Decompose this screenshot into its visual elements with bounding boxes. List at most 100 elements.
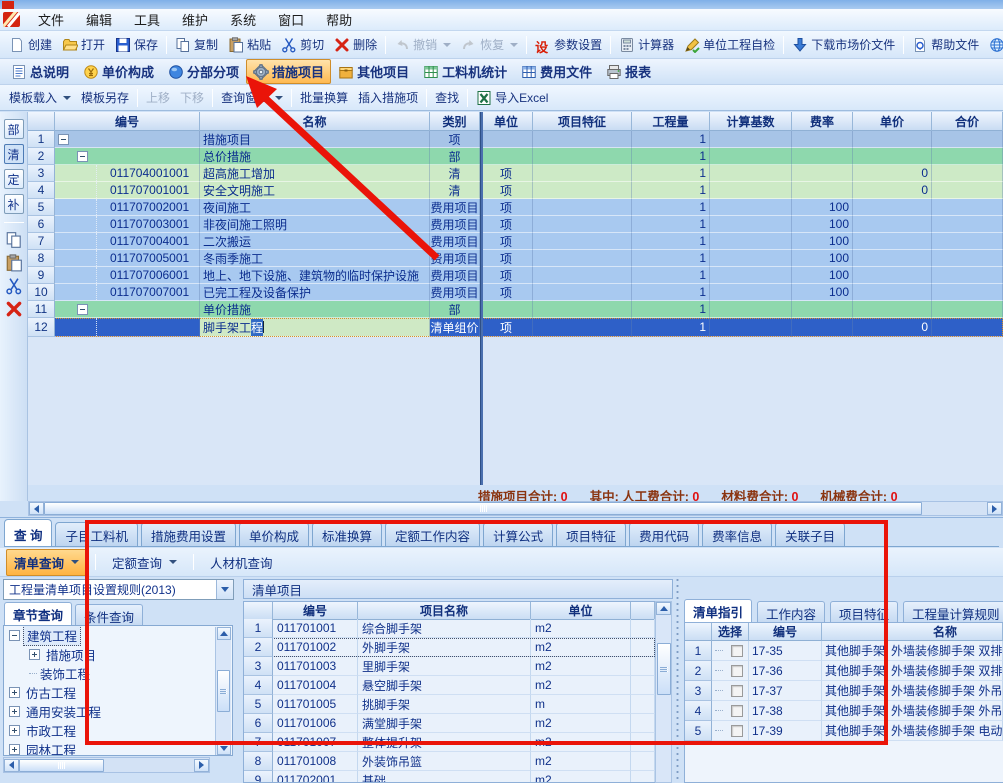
toolbar-button-费用文件[interactable]: 费用文件 (514, 59, 599, 84)
toolbar-button-在[interactable]: 在 (984, 33, 1003, 56)
strip-button-清[interactable]: 清 (4, 144, 24, 164)
query-button-清单查询[interactable]: 清单查询 (6, 549, 87, 576)
chevron-down-icon[interactable] (275, 96, 283, 100)
toolbar-button-打开[interactable]: 打开 (57, 33, 110, 56)
toolbar-button-创建[interactable]: 创建 (4, 33, 57, 56)
cell-category[interactable]: 其他脚手架 (822, 701, 888, 721)
cell-quantity[interactable]: 1 (632, 199, 710, 216)
cell-rate[interactable] (792, 301, 853, 318)
cell-total[interactable] (932, 318, 1003, 337)
rules-dropdown[interactable]: 工程量清单项目设置规则(2013) (3, 579, 234, 600)
checkbox[interactable] (731, 685, 743, 697)
list-row[interactable]: 2011701002外脚手架m2 (244, 638, 655, 657)
cell-code[interactable]: 17-36 (749, 661, 822, 681)
cell-code[interactable]: 011707002001 (55, 199, 200, 216)
scroll-left-icon[interactable] (29, 502, 44, 515)
cell-code[interactable] (55, 148, 200, 165)
cell-code[interactable]: 011701005 (273, 695, 358, 714)
cell-name[interactable]: 夜间施工 (200, 199, 430, 216)
cell-rate[interactable]: 100 (792, 216, 853, 233)
cell-name[interactable]: 外墙装修脚手架 电动 (888, 721, 1003, 741)
cell-price[interactable] (853, 284, 932, 301)
grid-row[interactable]: 6011707003001非夜间施工照明费用项目项1100 (28, 216, 1003, 233)
row-number[interactable]: 8 (244, 752, 273, 771)
cell-code[interactable]: 011701001 (273, 619, 358, 638)
tab-工作内容[interactable]: 工作内容 (757, 601, 825, 622)
cell-quantity[interactable]: 1 (632, 267, 710, 284)
cell-rate[interactable]: 100 (792, 250, 853, 267)
guide-row[interactable]: 317-37其他脚手架外墙装修脚手架 外吊 (685, 681, 1003, 701)
toolbar-button-保存[interactable]: 保存 (110, 33, 163, 56)
column-header-名称[interactable]: 名称 (200, 112, 430, 131)
grid-row[interactable]: 12脚手架工程清单组价项10 (28, 318, 1003, 337)
cell-base[interactable] (710, 165, 792, 182)
cell-category[interactable]: 其他脚手架 (822, 681, 888, 701)
grid-row[interactable]: 5011707002001夜间施工费用项目项1100 (28, 199, 1003, 216)
row-number[interactable]: 3 (28, 165, 55, 182)
cell-quantity[interactable]: 1 (632, 284, 710, 301)
list-row[interactable]: 4011701004悬空脚手架m2 (244, 676, 655, 695)
column-header-编号[interactable]: 编号 (749, 623, 822, 641)
tab-项目特征[interactable]: 项目特征 (830, 601, 898, 622)
cell-name[interactable]: 总价措施 (200, 148, 430, 165)
cell-base[interactable] (710, 301, 792, 318)
cell-total[interactable] (932, 182, 1003, 199)
row-number[interactable]: 4 (244, 676, 273, 695)
cell-total[interactable] (932, 250, 1003, 267)
cell-category[interactable]: 清 (430, 182, 480, 199)
cell-unit[interactable]: 项 (480, 199, 533, 216)
tab-工程量计算规则[interactable]: 工程量计算规则 (903, 601, 1003, 622)
toolbar-button-模板另存[interactable]: 模板另存 (76, 86, 134, 109)
cell-total[interactable] (932, 233, 1003, 250)
row-number[interactable]: 9 (28, 267, 55, 284)
cell-unit[interactable] (480, 131, 533, 148)
column-header-单位[interactable]: 单位 (531, 602, 631, 620)
panel-splitter[interactable] (674, 579, 681, 783)
list-row[interactable]: 7011701007整体提升架m2 (244, 733, 655, 752)
strip-cut-icon[interactable] (5, 277, 23, 295)
cell-select[interactable] (712, 681, 749, 701)
cell-code[interactable]: 011707007001 (55, 284, 200, 301)
cell-unit[interactable]: 项 (480, 233, 533, 250)
cell-base[interactable] (710, 182, 792, 199)
cell-name[interactable]: 外脚手架 (358, 638, 531, 657)
checkbox[interactable] (731, 645, 743, 657)
cell-price[interactable]: 0 (853, 182, 932, 199)
tab-条件查询[interactable]: 条件查询 (75, 604, 143, 625)
tree-node-市政工程[interactable]: 市政工程 (4, 721, 232, 740)
row-number[interactable]: 9 (244, 771, 273, 783)
menu-文件[interactable]: 文件 (28, 8, 74, 31)
cell-quantity[interactable]: 1 (632, 250, 710, 267)
cell-unit[interactable]: m2 (531, 619, 631, 638)
cell-select[interactable] (712, 641, 749, 661)
toolbar-button-措施项目[interactable]: 措施项目 (246, 59, 331, 84)
collapse-icon[interactable] (9, 630, 20, 641)
menu-维护[interactable]: 维护 (172, 8, 218, 31)
cell-category[interactable]: 费用项目 (430, 284, 480, 301)
cell-quantity[interactable]: 1 (632, 165, 710, 182)
cell-quantity[interactable]: 1 (632, 148, 710, 165)
row-number[interactable]: 3 (244, 657, 273, 676)
cell-name[interactable]: 整体提升架 (358, 733, 531, 752)
cell-rate[interactable] (792, 148, 853, 165)
chevron-down-icon[interactable] (510, 43, 518, 47)
row-number[interactable]: 2 (244, 638, 273, 657)
row-number[interactable]: 5 (244, 695, 273, 714)
cell-quantity[interactable]: 1 (632, 182, 710, 199)
expand-icon[interactable] (29, 649, 40, 660)
toolbar-button-删除[interactable]: 删除 (329, 33, 382, 56)
strip-paste-icon[interactable] (5, 254, 23, 272)
chevron-down-icon[interactable] (443, 43, 451, 47)
cell-category[interactable]: 费用项目 (430, 250, 480, 267)
strip-copy-icon[interactable] (5, 231, 23, 249)
scrollbar-thumb[interactable] (217, 670, 230, 712)
cell-name[interactable]: 外墙装修脚手架 双排 (888, 661, 1003, 681)
tab-子目工料机[interactable]: 子目工料机 (55, 522, 138, 546)
menu-工具[interactable]: 工具 (124, 8, 170, 31)
chevron-down-icon[interactable] (216, 580, 233, 599)
grid-row[interactable]: 4011707001001安全文明施工清项10 (28, 182, 1003, 199)
cell-code[interactable] (55, 131, 200, 148)
cell-category[interactable]: 清 (430, 165, 480, 182)
grid-row[interactable]: 9011707006001地上、地下设施、建筑物的临时保护设施费用项目项1100 (28, 267, 1003, 284)
scroll-left-icon[interactable] (4, 759, 19, 772)
